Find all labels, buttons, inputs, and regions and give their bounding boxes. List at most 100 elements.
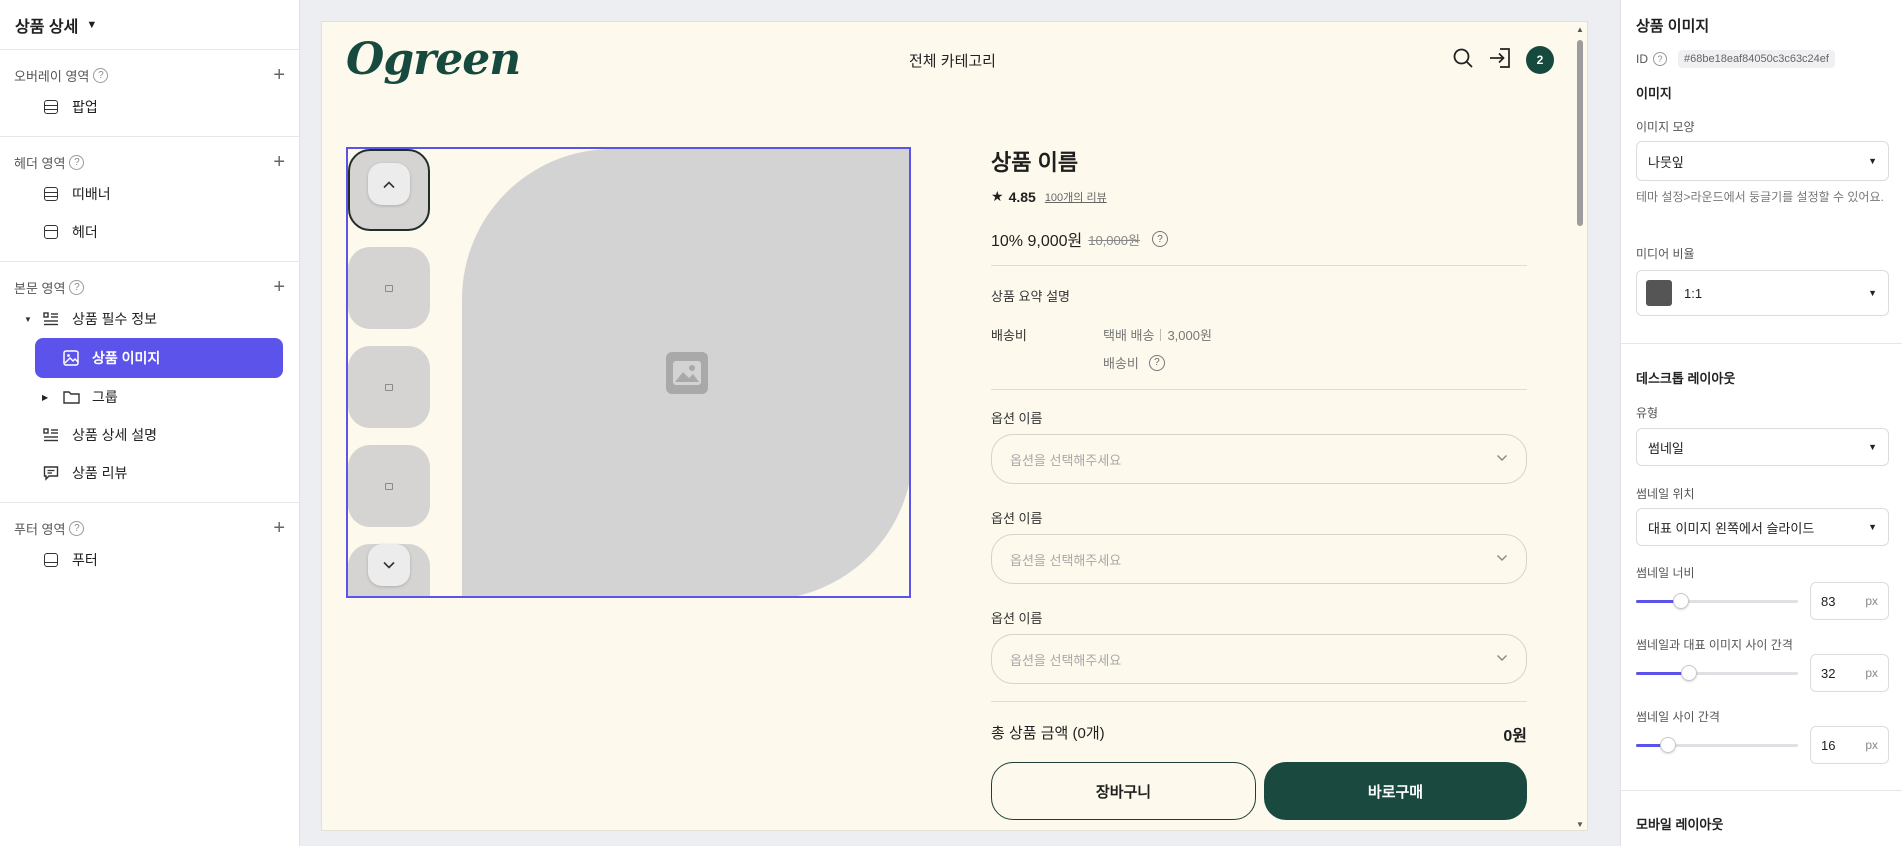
caret-down-icon: ▼ xyxy=(1868,522,1877,532)
unit-label: px xyxy=(1865,738,1878,752)
divider xyxy=(991,701,1527,702)
thumbnail-item[interactable] xyxy=(348,346,430,428)
thumb-between-slider[interactable] xyxy=(1636,735,1798,755)
option-label: 옵션 이름 xyxy=(991,611,1043,626)
preview-canvas: Ogreen 전체 카테고리 2 상품 이름 ★ 4.85 100개의 리뷰 1… xyxy=(321,21,1588,831)
layer-item-label: 그룹 xyxy=(92,389,118,405)
thumbnail-next-button[interactable] xyxy=(368,544,410,586)
thumb-between-input[interactable]: 16 px xyxy=(1810,726,1889,764)
chevron-down-icon: ▼ xyxy=(86,18,98,31)
thumbnail-item[interactable] xyxy=(348,247,430,329)
layer-item-label: 헤더 xyxy=(72,224,98,240)
type-select[interactable]: 썸네일 ▼ xyxy=(1636,428,1889,466)
caret-right-icon[interactable]: ▶ xyxy=(42,393,52,402)
product-rating: ★ 4.85 100개의 리뷰 xyxy=(991,188,1107,205)
ratio-value: 1:1 xyxy=(1684,285,1703,301)
layer-item-product-info[interactable]: ▼ 상품 필수 정보 xyxy=(0,300,299,338)
help-icon[interactable]: ? xyxy=(1653,52,1667,66)
thumb-gap-input[interactable]: 32 px xyxy=(1810,654,1889,692)
help-icon[interactable]: ? xyxy=(1151,231,1168,247)
add-icon[interactable]: + xyxy=(273,277,285,297)
layer-item-product-detail[interactable]: 상품 상세 설명 xyxy=(0,416,299,454)
option-select[interactable]: 옵션을 선택해주세요 xyxy=(991,634,1527,684)
rating-score: 4.85 xyxy=(1008,188,1036,205)
shipping-fee: 3,000원 xyxy=(1167,328,1212,343)
thumbnail-item[interactable] xyxy=(348,445,430,527)
thumb-width-label: 썸네일 너비 xyxy=(1636,566,1695,580)
caret-down-icon[interactable]: ▼ xyxy=(24,315,34,324)
thumb-gap-slider[interactable] xyxy=(1636,663,1798,683)
shape-select[interactable]: 나뭇잎 ▼ xyxy=(1636,141,1889,181)
shipping-sub: 배송비 ? xyxy=(1103,353,1165,372)
image-section-heading: 이미지 xyxy=(1636,86,1672,101)
total-amount: 0원 xyxy=(1503,728,1527,745)
layer-item-header[interactable]: 헤더 xyxy=(0,213,299,251)
chevron-down-icon xyxy=(1496,553,1508,565)
panel-title: 상품 이미지 xyxy=(1636,18,1710,35)
product-title: 상품 이름 xyxy=(991,150,1079,175)
desktop-layout-heading: 데스크톱 레이아웃 xyxy=(1636,371,1736,386)
scroll-up-icon[interactable]: ▲ xyxy=(1576,25,1584,34)
layer-item-product-image[interactable]: 상품 이미지 xyxy=(35,338,283,378)
divider xyxy=(1621,790,1902,791)
ratio-select[interactable]: 1:1 ▼ xyxy=(1636,270,1889,316)
properties-panel: 상품 이미지 ID ? #68be18eaf84050c3c63c24ef 이미… xyxy=(1620,0,1902,846)
image-icon xyxy=(62,349,80,367)
section-header-area: 헤더 영역 ? + 띠배너 헤더 xyxy=(0,137,299,262)
add-icon[interactable]: + xyxy=(273,518,285,538)
help-icon[interactable]: ? xyxy=(1148,354,1165,371)
add-icon[interactable]: + xyxy=(273,65,285,85)
search-icon[interactable] xyxy=(1452,47,1474,74)
slider-handle[interactable] xyxy=(1681,665,1697,681)
section-label: 오버레이 영역 xyxy=(14,68,90,84)
thumbnail-prev-button[interactable] xyxy=(368,163,410,205)
product-image-gallery[interactable] xyxy=(346,147,911,598)
section-header: 헤더 영역 ? + xyxy=(0,149,299,175)
help-icon[interactable]: ? xyxy=(93,67,109,83)
canvas-scrollbar[interactable]: ▲ ▼ xyxy=(1573,22,1587,830)
layer-item-popup[interactable]: 팝업 xyxy=(0,88,299,126)
thumb-width-slider[interactable] xyxy=(1636,591,1798,611)
component-id: ID ? #68be18eaf84050c3c63c24ef xyxy=(1636,50,1835,68)
ratio-label: 미디어 비율 xyxy=(1636,247,1695,261)
layer-item-label: 푸터 xyxy=(72,552,98,568)
review-count-link[interactable]: 100개의 리뷰 xyxy=(1045,189,1107,205)
option-select[interactable]: 옵션을 선택해주세요 xyxy=(991,434,1527,484)
thumb-gap-label: 썸네일과 대표 이미지 사이 간격 xyxy=(1636,638,1793,652)
list-icon xyxy=(42,426,60,444)
layer-item-group[interactable]: ▶ 그룹 xyxy=(0,378,299,416)
thumb-width-input[interactable]: 83 px xyxy=(1810,582,1889,620)
folder-icon xyxy=(62,388,80,406)
layer-item-label: 상품 이미지 xyxy=(92,350,161,366)
layer-item-banner[interactable]: 띠배너 xyxy=(0,175,299,213)
option-label: 옵션 이름 xyxy=(991,411,1043,426)
brand-logo[interactable]: Ogreen xyxy=(346,34,521,85)
login-icon[interactable] xyxy=(1488,47,1512,74)
add-icon[interactable]: + xyxy=(273,152,285,172)
scroll-down-icon[interactable]: ▼ xyxy=(1576,820,1584,829)
caret-down-icon: ▼ xyxy=(1868,156,1877,166)
option-select[interactable]: 옵션을 선택해주세요 xyxy=(991,534,1527,584)
help-icon[interactable]: ? xyxy=(69,279,85,295)
section-footer: 푸터 영역 ? + 푸터 xyxy=(0,503,299,589)
cart-count-badge[interactable]: 2 xyxy=(1526,46,1554,74)
add-to-cart-button[interactable]: 장바구니 xyxy=(991,762,1256,820)
help-icon[interactable]: ? xyxy=(69,520,85,536)
star-icon: ★ xyxy=(991,188,1004,204)
help-icon[interactable]: ? xyxy=(69,154,85,170)
slider-handle[interactable] xyxy=(1660,737,1676,753)
type-label: 유형 xyxy=(1636,406,1659,420)
unit-label: px xyxy=(1865,594,1878,608)
thumb-position-label: 썸네일 위치 xyxy=(1636,487,1695,501)
slider-handle[interactable] xyxy=(1673,593,1689,609)
layer-item-footer[interactable]: 푸터 xyxy=(0,541,299,579)
buy-now-button[interactable]: 바로구매 xyxy=(1264,762,1527,820)
layout-icon xyxy=(42,98,60,116)
total-label: 총 상품 금액 (0개) xyxy=(991,725,1105,742)
layer-item-product-review[interactable]: 상품 리뷰 xyxy=(0,454,299,492)
thumb-position-select[interactable]: 대표 이미지 왼쪽에서 슬라이드 ▼ xyxy=(1636,508,1889,546)
id-value[interactable]: #68be18eaf84050c3c63c24ef xyxy=(1678,50,1835,68)
scrollbar-thumb[interactable] xyxy=(1577,40,1583,226)
nav-all-categories[interactable]: 전체 카테고리 xyxy=(909,50,996,71)
page-selector[interactable]: 상품 상세 ▼ xyxy=(0,0,299,50)
